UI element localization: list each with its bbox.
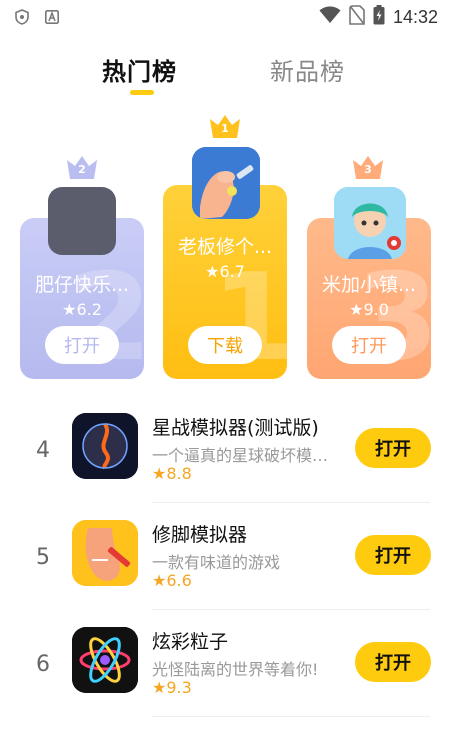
app-icon-rank-2[interactable] [48,187,116,255]
star-icon: ★ [349,300,364,319]
app-icon[interactable] [72,520,138,586]
battery-charging-icon [373,5,385,29]
podium-app-title: 肥仔快乐... [34,274,130,296]
app-title: 修脚模拟器 [152,524,248,546]
star-icon: ★ [152,678,167,697]
crown-icon-rank-2: 2 [66,154,98,180]
tab-new-ranking[interactable]: 新品榜 [270,52,345,87]
app-icon-rank-3[interactable] [334,187,406,259]
download-button[interactable]: 下载 [188,326,262,364]
app-icon[interactable] [72,627,138,693]
app-rating: ★8.8 [152,464,192,483]
open-button[interactable]: 打开 [332,326,406,364]
app-rating: ★9.3 [152,678,192,697]
open-button[interactable]: 打开 [355,428,431,468]
open-button[interactable]: 打开 [355,535,431,575]
shield-icon [14,9,30,25]
rank-number: 5 [36,545,50,570]
app-icon-rank-1[interactable] [192,147,260,219]
open-button[interactable]: 打开 [45,326,119,364]
app-description: 一款有味道的游戏 [152,553,281,572]
crown-icon-rank-3: 3 [352,154,384,180]
podium-app-title: 米加小镇... [321,274,417,296]
list-item[interactable]: 6 炫彩粒子 光怪陆离的世界等着你! ★9.3 打开 [0,609,450,716]
list-item[interactable]: 5 修脚模拟器 一款有味道的游戏 ★6.6 打开 [0,502,450,609]
wifi-icon [319,6,341,28]
rank-number: 6 [36,652,50,677]
ranking-tabs: 热门榜 新品榜 [0,52,450,102]
app-title: 炫彩粒子 [152,631,229,653]
star-icon: ★ [152,464,167,483]
no-sim-icon [349,5,365,29]
divider [152,716,430,717]
podium-rating: ★9.0 [349,300,389,319]
app-a-icon [44,9,60,25]
active-tab-indicator [130,90,154,95]
app-rating: ★6.6 [152,571,192,590]
star-icon: ★ [152,571,167,590]
app-title: 星战模拟器(测试版) [152,417,319,439]
star-icon: ★ [62,300,77,319]
tab-hot-ranking[interactable]: 热门榜 [102,52,177,87]
status-bar: 14:32 [0,0,450,34]
app-description: 一个逼真的星球破坏模拟器 [152,446,337,465]
app-description: 光怪陆离的世界等着你! [152,660,319,679]
podium-app-title: 老板修个... [177,236,273,258]
app-icon[interactable] [72,413,138,479]
rank-number: 4 [36,438,50,463]
podium-rating: ★6.2 [62,300,102,319]
list-item[interactable]: 4 星战模拟器(测试版) 一个逼真的星球破坏模拟器 ★8.8 打开 [0,395,450,502]
star-icon: ★ [205,262,220,281]
open-button[interactable]: 打开 [355,642,431,682]
crown-icon-rank-1: 1 [209,113,241,139]
clock: 14:32 [392,6,438,27]
podium-rating: ★6.7 [205,262,245,281]
